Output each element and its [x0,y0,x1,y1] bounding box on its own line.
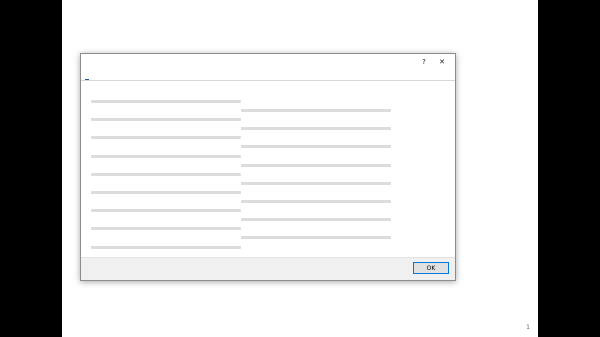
help-button[interactable]: ? [417,56,431,67]
shortcut-row [91,106,447,115]
tab-bar [81,69,455,81]
shortcut-action-placeholder [241,218,391,222]
dialog-footer: OK [81,257,455,280]
shortcut-action-placeholder [241,145,391,149]
shortcut-action-placeholder [241,236,391,240]
shortcut-key-placeholder [91,136,241,140]
tab-ink-laser[interactable] [106,77,110,80]
tab-media[interactable] [99,77,103,80]
dialog-titlebar: ? ✕ [81,54,455,69]
shortcut-action-placeholder [241,200,391,204]
shortcut-row [91,233,447,242]
shortcut-key-placeholder [91,172,241,176]
shortcut-key-placeholder [91,209,241,213]
shortcut-row [91,133,447,142]
shortcut-list [91,97,447,252]
shortcut-row [91,197,447,206]
shortcut-row [91,124,447,133]
shortcut-action-placeholder [241,109,391,113]
tab-rehearsal[interactable] [92,77,96,80]
shortcut-key-placeholder [91,118,241,122]
shortcut-row [91,243,447,252]
shortcut-key-placeholder [91,154,241,158]
shortcut-row [91,206,447,215]
section-heading [91,84,447,93]
shortcut-row [91,179,447,188]
shortcut-row [91,161,447,170]
shortcut-row [91,142,447,151]
shortcut-action-placeholder [241,181,391,185]
slideshow-help-dialog: ? ✕ OK [80,53,456,281]
shortcut-row [91,188,447,197]
close-button[interactable]: ✕ [435,56,449,67]
shortcut-key-placeholder [91,190,241,194]
shortcut-action-placeholder [241,127,391,131]
shortcut-row [91,97,447,106]
shortcut-key-placeholder [91,100,241,103]
tab-touch[interactable] [113,77,117,80]
shortcut-row [91,224,447,233]
shortcut-key-placeholder [91,245,241,249]
slide-number: 1 [526,324,530,331]
shortcut-row [91,152,447,161]
shortcut-content [91,84,447,254]
shortcut-row [91,215,447,224]
shortcut-action-placeholder [241,163,391,167]
ok-button[interactable]: OK [413,262,449,274]
tab-general[interactable] [85,76,89,80]
shortcut-row [91,170,447,179]
shortcut-row [91,115,447,124]
shortcut-key-placeholder [91,227,241,231]
